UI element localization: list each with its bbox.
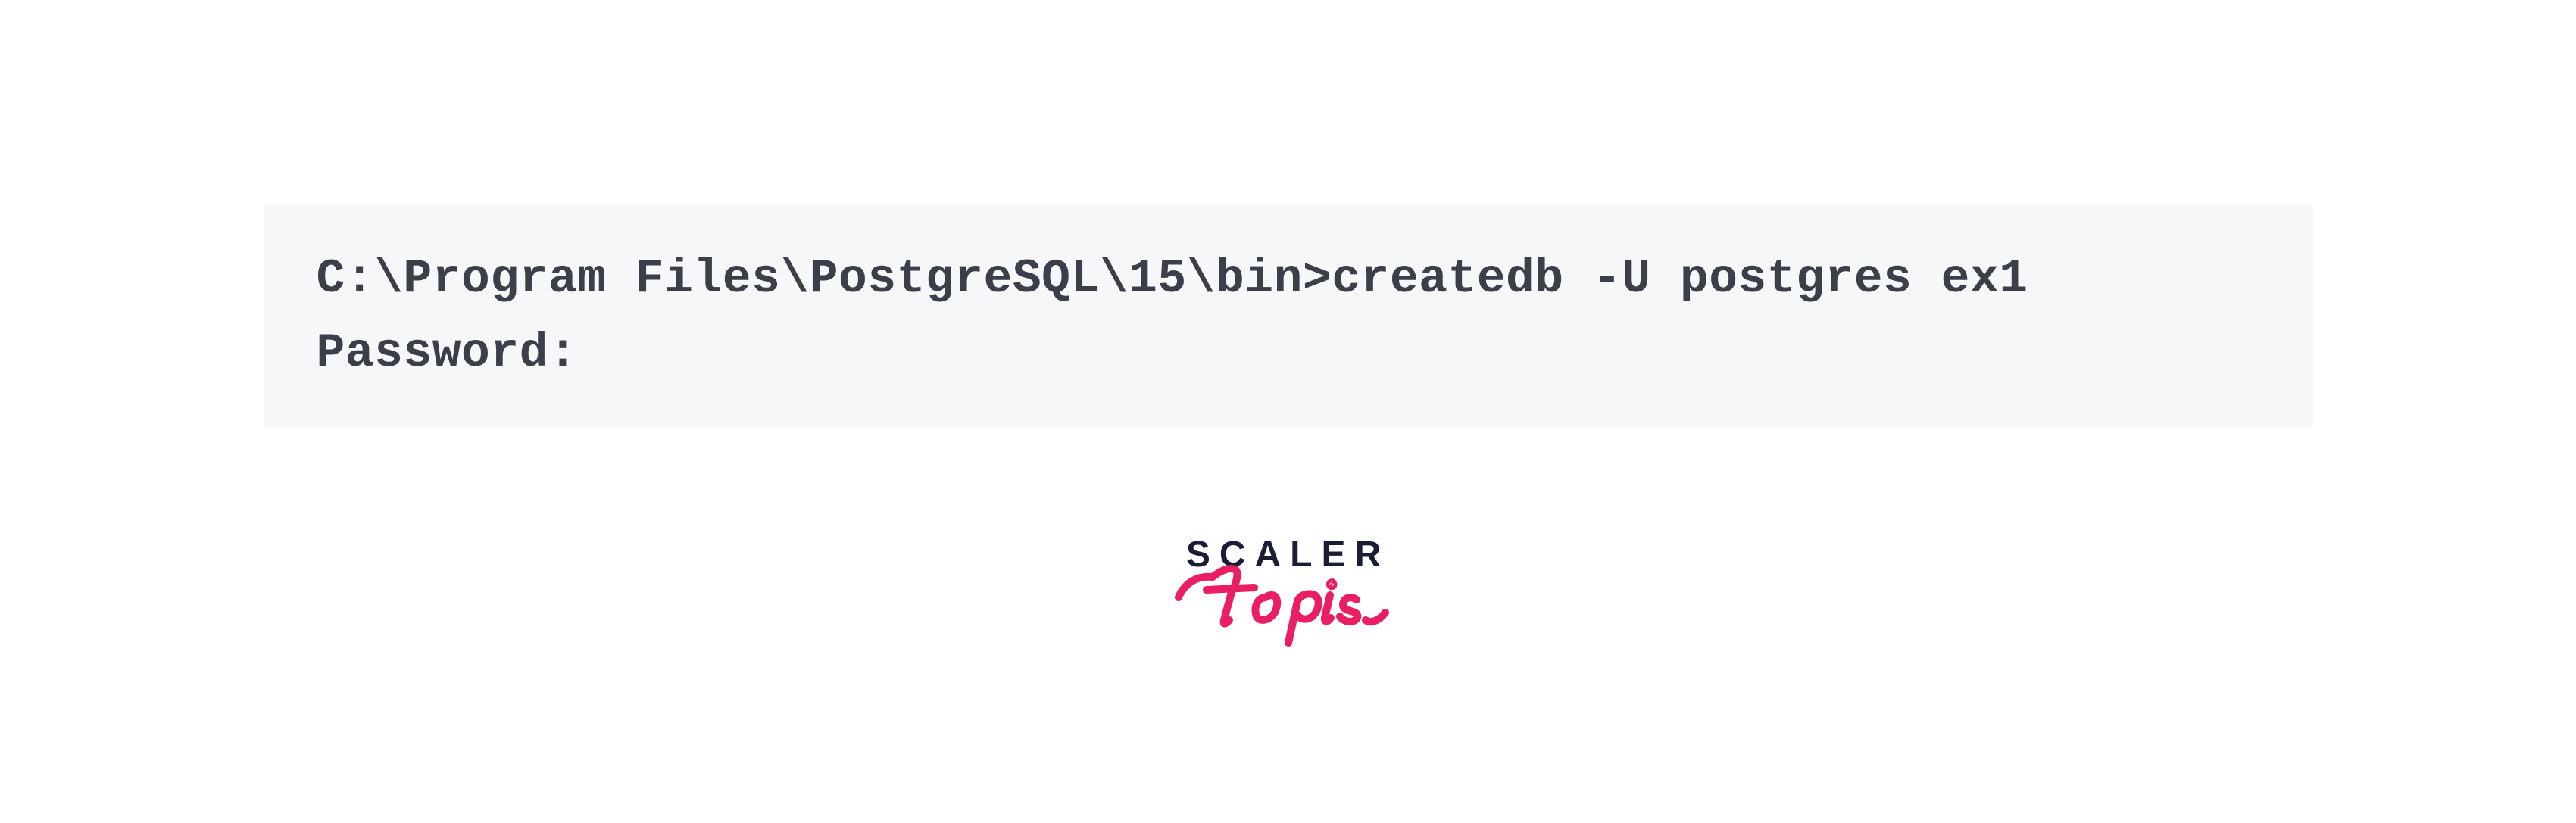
scaler-topics-logo: SCALER (1167, 534, 1410, 654)
logo-topics-text (1167, 563, 1410, 654)
code-block: C:\Program Files\PostgreSQL\15\bin>creat… (264, 204, 2313, 428)
code-line-1: C:\Program Files\PostgreSQL\15\bin>creat… (317, 242, 2260, 316)
code-line-2: Password: (317, 316, 2260, 391)
